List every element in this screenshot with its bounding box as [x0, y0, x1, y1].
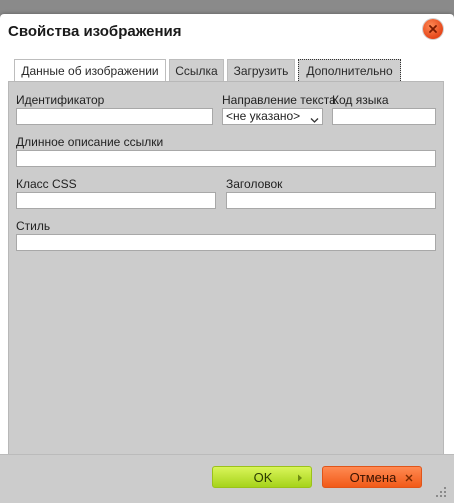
tab-label: Данные об изображении: [21, 64, 159, 78]
longdesc-input[interactable]: [16, 150, 436, 167]
tab-label: Дополнительно: [306, 64, 393, 78]
direction-label: Направление текста: [222, 93, 336, 107]
close-icon: [428, 24, 438, 34]
play-icon: [297, 470, 303, 485]
css-class-label: Класс CSS: [16, 177, 77, 191]
title-input[interactable]: [226, 192, 436, 209]
cancel-button[interactable]: Отмена: [322, 466, 422, 488]
id-input[interactable]: [16, 108, 213, 125]
close-button[interactable]: [423, 19, 443, 39]
lang-code-input[interactable]: [332, 108, 436, 125]
dialog-titlebar[interactable]: Свойства изображения: [0, 14, 454, 48]
tab-label: Загрузить: [233, 64, 289, 78]
id-label: Идентификатор: [16, 93, 105, 107]
advanced-tab-panel: Идентификатор Направление текста <не ука…: [8, 81, 444, 461]
resize-grip-icon[interactable]: [436, 487, 446, 497]
tab-label: Ссылка: [175, 64, 218, 78]
tab-upload[interactable]: Загрузить: [227, 59, 295, 81]
direction-select[interactable]: <не указано>: [222, 108, 323, 125]
dialog-title: Свойства изображения: [8, 23, 182, 40]
style-input[interactable]: [16, 234, 436, 251]
x-icon: [405, 470, 413, 485]
page-backdrop: [0, 0, 454, 14]
tab-link[interactable]: Ссылка: [169, 59, 224, 81]
chevron-down-icon: [310, 113, 319, 128]
tab-strip: Данные об изображении Ссылка Загрузить Д…: [14, 59, 444, 81]
dialog-footer: OK Отмена: [0, 454, 454, 503]
direction-select-value: <не указано>: [226, 109, 301, 123]
style-label: Стиль: [16, 219, 51, 233]
image-properties-dialog: Свойства изображения Данные об изображен…: [0, 14, 454, 503]
longdesc-label: Длинное описание ссылки: [16, 135, 164, 149]
tab-image-info[interactable]: Данные об изображении: [14, 59, 166, 81]
css-class-input[interactable]: [16, 192, 216, 209]
title-label: Заголовок: [226, 177, 283, 191]
ok-button[interactable]: OK: [212, 466, 312, 488]
lang-code-label: Код языка: [332, 93, 389, 107]
tab-advanced[interactable]: Дополнительно: [298, 59, 401, 81]
